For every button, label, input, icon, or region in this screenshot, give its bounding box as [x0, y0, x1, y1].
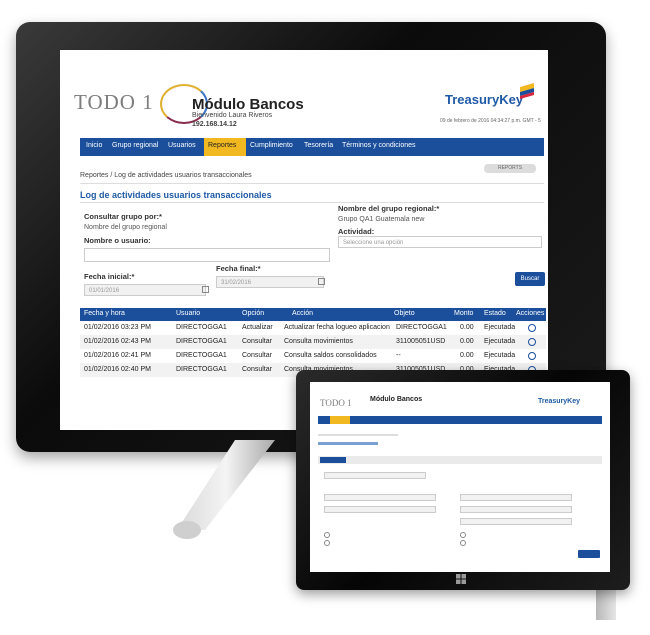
- calendar-icon[interactable]: [202, 286, 209, 293]
- grupo-label: Nombre del grupo regional:*: [338, 204, 440, 213]
- cell-monto: 0.00: [460, 338, 474, 345]
- cell-monto: 0.00: [460, 352, 474, 359]
- tablet-wizard-active-step: [320, 457, 346, 463]
- cell-estado: Ejecutada: [484, 338, 516, 345]
- welcome-text: Bienvenido Laura Riveros: [192, 112, 273, 119]
- tablet-input[interactable]: [460, 494, 572, 501]
- cell-accion: Actualizar fecha logueo aplicacion: [284, 324, 390, 331]
- cell-opcion: Consultar: [242, 352, 272, 359]
- calendar-icon[interactable]: [318, 278, 325, 285]
- cell-fecha: 01/02/2016 02:40 PM: [84, 366, 151, 373]
- tablet-frame: TODO 1 Módulo Bancos TreasuryKey: [296, 370, 630, 590]
- tablet-input[interactable]: [460, 506, 572, 513]
- nav-item-cumplimiento[interactable]: Cumplimiento: [250, 142, 293, 149]
- col-monto[interactable]: Monto: [454, 310, 473, 317]
- tablet-breadcrumb-line: [318, 434, 398, 436]
- table-row[interactable]: 01/02/2016 02:41 PM DIRECTOGGA1 Consulta…: [80, 349, 546, 363]
- tablet-module-title: Módulo Bancos: [370, 396, 423, 403]
- tablet-screen: TODO 1 Módulo Bancos TreasuryKey: [310, 382, 610, 572]
- tablet-page-title: [318, 442, 378, 445]
- cell-estado: Ejecutada: [484, 324, 516, 331]
- cell-usuario: DIRECTOGGA1: [176, 324, 227, 331]
- tablet-continue-button[interactable]: [578, 550, 600, 558]
- breadcrumb: Reportes / Log de actividades usuarios t…: [80, 172, 252, 179]
- cell-accion: Consulta movimientos: [284, 338, 353, 345]
- table-row[interactable]: 01/02/2016 03:23 PM DIRECTOGGA1 Actualiz…: [80, 321, 546, 335]
- consultar-value[interactable]: Nombre del grupo regional: [84, 224, 167, 231]
- cell-usuario: DIRECTOGGA1: [176, 366, 227, 373]
- report-tools-button[interactable]: REPORTS: [484, 164, 536, 173]
- tablet-nav: [318, 416, 602, 424]
- divider: [80, 202, 544, 203]
- tablet-wizard-steps: [318, 456, 602, 464]
- divider: [80, 183, 544, 184]
- col-estado[interactable]: Estado: [484, 310, 506, 317]
- cell-fecha: 01/02/2016 03:23 PM: [84, 324, 151, 331]
- col-objeto[interactable]: Objeto: [394, 310, 415, 317]
- header-date: 09 de febrero de 2016 04:34:27 p.m. GMT …: [440, 118, 541, 124]
- todo1-logo: TODO 1: [74, 90, 154, 114]
- cell-opcion: Consultar: [242, 366, 272, 373]
- tablet-input[interactable]: [460, 518, 572, 525]
- fecha-inicial-label: Fecha inicial:*: [84, 272, 135, 281]
- nav-item-grupo-regional[interactable]: Grupo regional: [112, 142, 158, 149]
- nav-item-terminos[interactable]: Términos y condiciones: [342, 142, 416, 149]
- actividad-label: Actividad:: [338, 227, 375, 236]
- fecha-final-label: Fecha final:*: [216, 264, 261, 273]
- cell-usuario: DIRECTOGGA1: [176, 338, 227, 345]
- module-title: Módulo Bancos: [192, 96, 304, 113]
- nav-item-reportes[interactable]: Reportes: [208, 142, 236, 149]
- ip-address: 192.168.14.12: [192, 121, 237, 128]
- fecha-final-input[interactable]: 31/02/2016: [216, 276, 324, 288]
- cell-objeto: --: [396, 352, 401, 359]
- col-accion[interactable]: Acción: [292, 310, 313, 317]
- tablet-radio[interactable]: [324, 540, 330, 546]
- col-opcion[interactable]: Opción: [242, 310, 264, 317]
- fecha-inicial-input[interactable]: 01/01/2016: [84, 284, 206, 296]
- windows-logo-icon[interactable]: [456, 574, 466, 584]
- cell-fecha: 01/02/2016 02:43 PM: [84, 338, 151, 345]
- nav-item-usuarios[interactable]: Usuarios: [168, 142, 196, 149]
- tablet-input[interactable]: [324, 494, 436, 501]
- tablet-radio[interactable]: [460, 540, 466, 546]
- cell-estado: Ejecutada: [484, 352, 516, 359]
- cell-opcion: Consultar: [242, 338, 272, 345]
- cell-usuario: DIRECTOGGA1: [176, 352, 227, 359]
- main-nav: Inicio Grupo regional Usuarios Reportes …: [80, 138, 544, 156]
- tablet-input[interactable]: [324, 506, 436, 513]
- consultar-label: Consultar grupo por:*: [84, 212, 162, 221]
- col-fecha[interactable]: Fecha y hora: [84, 310, 125, 317]
- treasurykey-flag-icon: [520, 83, 534, 99]
- table-row[interactable]: 01/02/2016 02:43 PM DIRECTOGGA1 Consulta…: [80, 335, 546, 349]
- tablet-treasurykey-logo: TreasuryKey: [538, 398, 581, 405]
- table-header: Fecha y hora Usuario Opción Acción Objet…: [80, 308, 546, 321]
- monitor-stand: [173, 440, 275, 539]
- col-acciones: Acciones: [516, 310, 545, 317]
- app-header: TODO 1 Módulo Bancos Bienvenido Laura Ri…: [60, 50, 548, 132]
- nav-item-tesoreria[interactable]: Tesorería: [304, 142, 333, 149]
- nav-item-inicio[interactable]: Inicio: [86, 142, 102, 149]
- search-icon[interactable]: [528, 338, 536, 346]
- usuario-input[interactable]: [84, 248, 330, 262]
- search-icon[interactable]: [528, 352, 536, 360]
- cell-accion: Consulta saldos consolidados: [284, 352, 377, 359]
- tablet-radio[interactable]: [324, 532, 330, 538]
- col-usuario[interactable]: Usuario: [176, 310, 200, 317]
- cell-objeto: DIRECTOGGA1: [396, 324, 447, 331]
- tablet-todo1-logo: TODO 1: [320, 398, 352, 408]
- page-title: Log de actividades usuarios transacciona…: [80, 190, 272, 200]
- cell-monto: 0.00: [460, 324, 474, 331]
- treasurykey-logo: TreasuryKey: [445, 92, 524, 107]
- actividad-select[interactable]: Seleccione una opción: [338, 236, 542, 248]
- cell-objeto: 311005051USD: [396, 338, 446, 345]
- tablet-radio[interactable]: [460, 532, 466, 538]
- grupo-value[interactable]: Grupo QA1 Guatemala new: [338, 216, 424, 223]
- cell-opcion: Actualizar: [242, 324, 273, 331]
- tablet-nav-active: [330, 416, 350, 424]
- search-icon[interactable]: [528, 324, 536, 332]
- usuario-label: Nombre o usuario:: [84, 236, 151, 245]
- tablet-input[interactable]: [324, 472, 426, 479]
- cell-fecha: 01/02/2016 02:41 PM: [84, 352, 151, 359]
- buscar-button[interactable]: Buscar: [515, 272, 545, 286]
